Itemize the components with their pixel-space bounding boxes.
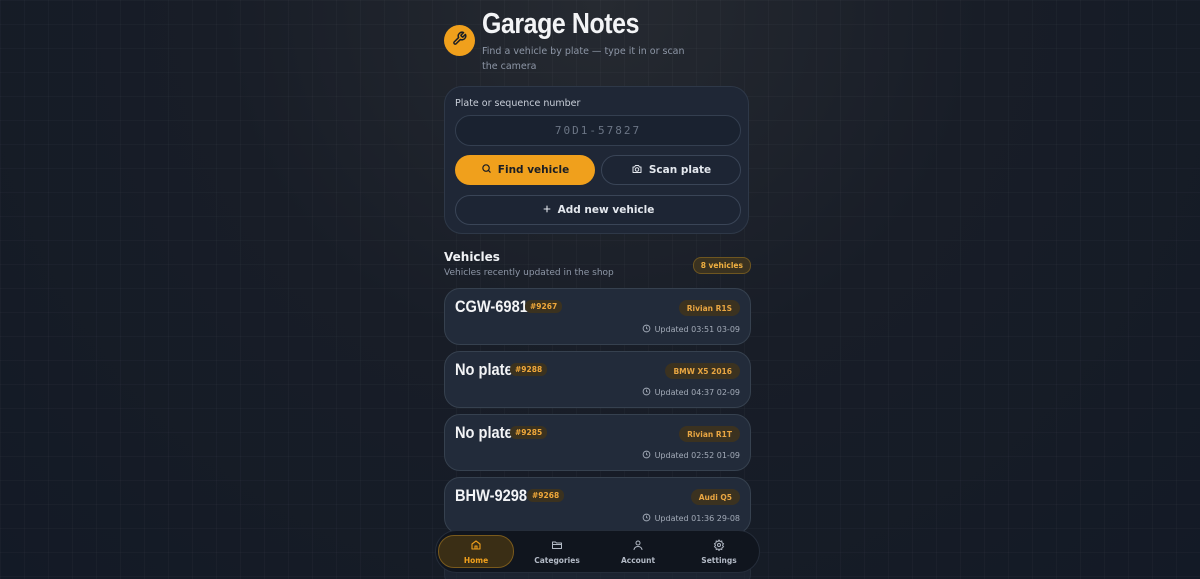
sequence-badge: #9288 <box>510 363 548 376</box>
sequence-badge: #9268 <box>527 489 565 502</box>
updated-label: Updated 04:37 02-09 <box>654 388 740 397</box>
plus-icon <box>542 204 552 217</box>
updated-time: Updated 02:52 01-09 <box>642 450 740 461</box>
vehicle-plate: No plate <box>455 360 513 379</box>
bottom-nav: Home Categories Account Settings <box>435 530 760 573</box>
sequence-badge: #9267 <box>525 300 563 313</box>
add-vehicle-label: Add new vehicle <box>557 204 655 216</box>
updated-label: Updated 03:51 03-09 <box>654 325 740 334</box>
updated-label: Updated 02:52 01-09 <box>654 451 740 460</box>
nav-categories-label: Categories <box>534 555 580 565</box>
model-badge: BMW X5 2016 <box>665 363 740 379</box>
vehicle-card[interactable]: BHW-9298 #9268 Audi Q5 Updated 01:36 29-… <box>444 477 751 534</box>
nav-account[interactable]: Account <box>600 535 676 568</box>
vehicle-card[interactable]: No plate #9285 Rivian R1T Updated 02:52 … <box>444 414 751 471</box>
app-title: Garage Notes <box>482 8 640 40</box>
vehicle-count-badge: 8 vehicles <box>692 257 751 274</box>
vehicle-plate: BHW-9298 <box>455 486 528 505</box>
search-card: Plate or sequence number Find vehicle Sc… <box>444 86 749 234</box>
scan-plate-label: Scan plate <box>648 164 712 176</box>
plate-field-label: Plate or sequence number <box>455 98 581 109</box>
vehicle-card[interactable]: CGW-6981 #9267 Rivian R1S Updated 03:51 … <box>444 288 751 345</box>
scan-plate-button[interactable]: Scan plate <box>601 155 741 185</box>
clock-icon <box>642 450 651 461</box>
camera-icon <box>631 163 643 178</box>
gear-icon <box>713 538 725 553</box>
app-logo <box>444 25 475 56</box>
clock-icon <box>642 387 651 398</box>
search-icon <box>481 163 492 177</box>
app-subtitle: Find a vehicle by plate — type it in or … <box>482 46 685 72</box>
vehicle-card[interactable]: No plate #9288 BMW X5 2016 Updated 04:37… <box>444 351 751 408</box>
model-badge: Audi Q5 <box>690 489 740 505</box>
clock-icon <box>642 513 651 524</box>
home-icon <box>470 539 482 553</box>
nav-account-label: Account <box>620 555 656 565</box>
find-vehicle-button[interactable]: Find vehicle <box>455 155 595 185</box>
nav-categories[interactable]: Categories <box>519 535 595 568</box>
updated-time: Updated 03:51 03-09 <box>642 324 740 335</box>
vehicle-plate: No plate <box>455 423 513 442</box>
model-badge: Rivian R1T <box>679 426 740 442</box>
user-icon <box>632 539 644 553</box>
find-vehicle-label: Find vehicle <box>497 164 570 176</box>
updated-time: Updated 01:36 29-08 <box>642 513 740 524</box>
sequence-badge: #9285 <box>510 426 548 439</box>
clock-icon <box>642 324 651 335</box>
plate-search-input[interactable] <box>455 115 741 146</box>
vehicle-plate: CGW-6981 <box>455 297 528 316</box>
vehicles-heading: Vehicles <box>444 250 500 264</box>
add-vehicle-button[interactable]: Add new vehicle <box>455 195 741 225</box>
wrench-icon <box>452 31 467 50</box>
folder-icon <box>551 539 563 553</box>
vehicles-subheading: Vehicles recently updated in the shop <box>444 268 614 278</box>
nav-settings[interactable]: Settings <box>681 535 757 568</box>
updated-time: Updated 04:37 02-09 <box>642 387 740 398</box>
nav-home[interactable]: Home <box>438 535 514 568</box>
nav-home-label: Home <box>463 555 489 565</box>
updated-label: Updated 01:36 29-08 <box>654 514 740 523</box>
model-badge: Rivian R1S <box>678 300 740 316</box>
nav-settings-label: Settings <box>701 555 737 565</box>
